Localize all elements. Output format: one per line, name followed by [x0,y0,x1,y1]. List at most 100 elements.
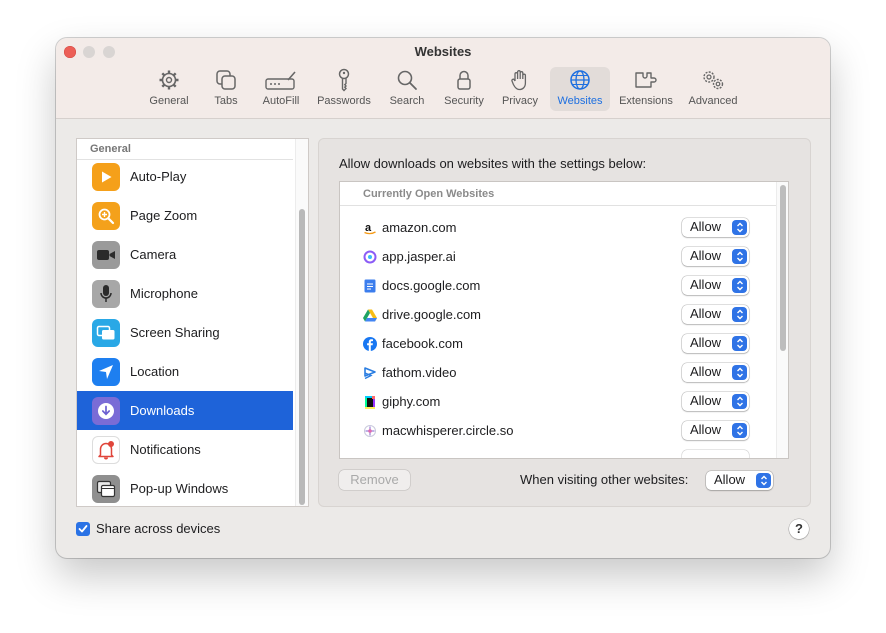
circle-favicon [363,424,377,438]
popup-windows-icon [92,474,120,503]
table-row-partial[interactable] [340,446,776,458]
sidebar-item-microphone[interactable]: Microphone [77,274,293,313]
toolbar-label: Extensions [619,95,673,107]
chevron-updown-icon [732,423,747,438]
sidebar-section-header: General [90,143,131,155]
toolbar-extensions[interactable]: Extensions [615,67,677,111]
toolbar-label: Search [389,95,425,107]
table-row[interactable]: fathom.video Allow [340,359,776,388]
toolbar-search[interactable]: Search [384,67,430,111]
zoom-icon [92,201,120,230]
site-permission-select[interactable] [682,450,749,458]
sidebar-item-downloads[interactable]: Downloads [77,391,293,430]
site-name: fathom.video [382,365,457,380]
select-value: Allow [690,422,722,437]
giphy-favicon [363,395,377,409]
toolbar-label: Advanced [688,95,738,107]
remove-button[interactable]: Remove [339,470,410,490]
table-row[interactable]: macwhisperer.circle.so Allow [340,417,776,446]
toolbar-passwords[interactable]: Passwords [314,67,374,111]
sidebar-item-label: Notifications [130,442,201,457]
share-checkbox[interactable] [76,521,90,536]
select-value: Allow [690,335,722,350]
toolbar-label: Privacy [501,95,539,107]
favicon [363,453,377,458]
sidebar-scrollbar[interactable] [295,139,308,506]
google-drive-favicon [363,308,377,322]
chevron-updown-icon [732,394,747,409]
table-row[interactable]: docs.google.com Allow [340,272,776,301]
site-name: macwhisperer.circle.so [382,423,514,438]
site-name: docs.google.com [382,278,481,293]
table-row[interactable]: app.jasper.ai Allow [340,243,776,272]
toolbar-label: AutoFill [262,95,300,107]
select-value: Allow [714,472,746,487]
site-permission-select[interactable]: Allow [682,421,749,440]
toolbar-label: Security [444,95,484,107]
amazon-favicon: a [363,221,377,235]
sidebar-item-camera[interactable]: Camera [77,235,293,274]
toolbar-privacy[interactable]: Privacy [498,67,542,111]
table-header: Currently Open Websites [363,188,495,200]
other-websites-select[interactable]: Allow [706,471,773,490]
chevron-updown-icon [732,336,747,351]
table-row[interactable]: a amazon.com Allow [340,214,776,243]
site-name: drive.google.com [382,307,481,322]
sidebar-item-popup-windows[interactable]: Pop-up Windows [77,469,293,506]
toolbar-websites[interactable]: Websites [550,67,610,111]
toolbar-general[interactable]: General [144,67,194,111]
chevron-updown-icon [732,220,747,235]
select-value: Allow [690,248,722,263]
chevron-updown-icon [732,278,747,293]
help-button[interactable]: ? [789,519,809,539]
site-permission-select[interactable]: Allow [682,334,749,353]
downloads-settings-panel: Allow downloads on websites with the set… [318,138,811,507]
sidebar-item-label: Auto-Play [130,169,187,184]
site-permission-select[interactable]: Allow [682,392,749,411]
sidebar-item-label: Microphone [130,286,198,301]
select-value: Allow [690,364,722,379]
table-row[interactable]: drive.google.com Allow [340,301,776,330]
svg-text:a: a [365,222,372,234]
sidebar-item-auto-play[interactable]: Auto-Play [77,157,293,196]
sidebar-item-screen-sharing[interactable]: Screen Sharing [77,313,293,352]
sidebar-item-page-zoom[interactable]: Page Zoom [77,196,293,235]
jasper-favicon [363,250,377,264]
preferences-window: Websites General Tabs AutoFill Passwords [56,38,830,558]
facebook-favicon [363,337,377,351]
share-across-devices[interactable]: Share across devices [76,521,220,536]
sidebar-item-notifications[interactable]: Notifications [77,430,293,469]
site-permission-select[interactable]: Allow [682,247,749,266]
scrollbar-thumb[interactable] [299,209,305,505]
sidebar-list: General Auto-Play Page Zoom Camera Micro… [76,138,309,507]
toolbar-security[interactable]: Security [440,67,488,111]
toolbar-label: Passwords [317,95,371,107]
site-permission-select[interactable]: Allow [682,218,749,237]
scrollbar-thumb[interactable] [780,185,786,351]
site-permission-select[interactable]: Allow [682,276,749,295]
panel-heading: Allow downloads on websites with the set… [339,156,647,171]
location-arrow-icon [92,357,120,386]
site-name: amazon.com [382,220,457,235]
checkmark-icon [78,524,88,532]
table-row[interactable]: giphy.com Allow [340,388,776,417]
screen-sharing-icon [92,318,120,347]
autofill-icon [258,67,304,93]
puzzle-icon [615,67,677,93]
table-scrollbar[interactable] [776,182,788,458]
sidebar-item-label: Pop-up Windows [130,481,229,496]
search-icon [384,67,430,93]
site-permission-select[interactable]: Allow [682,305,749,324]
sidebar-item-location[interactable]: Location [77,352,293,391]
sidebar-item-label: Camera [130,247,177,262]
site-permission-select[interactable]: Allow [682,363,749,382]
lock-icon [440,67,488,93]
globe-icon [550,67,610,93]
toolbar-advanced[interactable]: Advanced [684,67,742,111]
chevron-updown-icon [756,473,771,488]
microphone-icon [92,279,120,308]
toolbar-tabs[interactable]: Tabs [206,67,246,111]
select-value: Allow [690,393,722,408]
toolbar-autofill[interactable]: AutoFill [258,67,304,111]
table-row[interactable]: facebook.com Allow [340,330,776,359]
